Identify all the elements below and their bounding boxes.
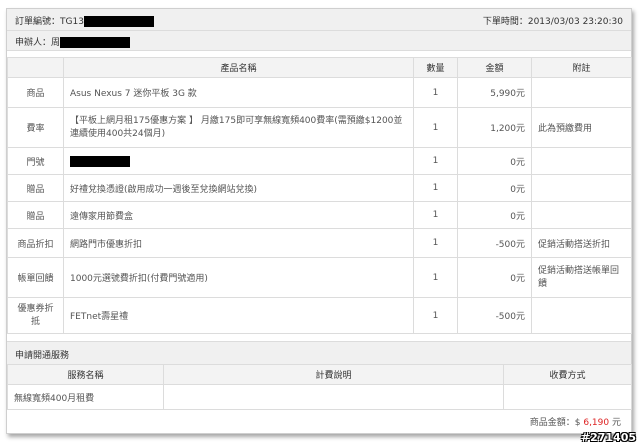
order-detail-panel: 訂單編號：TG13 下單時間：2013/03/03 23:20:30 申辦人：周… [6,8,632,434]
product-total: 商品金額：$ 6,190 元 [529,418,621,428]
order-number-label: 訂單編號：TG13 [15,17,84,27]
table-row: 贈品 遠傳家用節費盒 1 0元 [7,201,632,229]
service-table: 服務名稱 計費說明 收費方式 無線寬頻400月租費 [7,364,632,410]
product-table-header: 產品名稱 數量 金額 附註 [7,57,632,78]
redacted-order-number [83,16,154,27]
col-note: 附註 [531,57,632,78]
table-row: 贈品 好禮兌換憑證(啟用成功一週後至兌換網站兌換) 1 0元 [7,174,632,202]
table-row: 費率 【平板上網月租175優惠方案 】 月繳175即可享無線寬頻400費率(需預… [7,107,632,148]
table-row: 無線寬頻400月租費 [7,384,632,410]
table-row: 門號 1 0元 [7,147,632,175]
order-header-bar: 訂單編號：TG13 下單時間：2013/03/03 23:20:30 [7,9,631,31]
col-amount: 金額 [457,57,532,78]
service-section-title: 申請開通服務 [7,341,631,365]
applicant-label: 申辦人：周 [15,38,61,48]
service-table-header: 服務名稱 計費說明 收費方式 [7,364,632,385]
product-table: 產品名稱 數量 金額 附註 商品 Asus Nexus 7 迷你平板 3G 款 … [7,57,632,334]
redacted-applicant-name [60,37,131,48]
table-row: 商品 Asus Nexus 7 迷你平板 3G 款 1 5,990元 [7,77,632,108]
col-qty: 數量 [413,57,458,78]
table-row: 商品折扣 網路門市優惠折扣 1 -500元 促銷活動搭送折扣 [7,228,632,258]
col-payment-method: 收費方式 [503,364,632,385]
col-billing: 計費說明 [163,364,504,385]
redacted-phone-number [70,155,130,167]
col-product-name: 產品名稱 [63,57,414,78]
total-amount: 6,190 [583,418,610,428]
applicant-bar: 申辦人：周 [7,31,631,51]
watermark: #271405 [580,431,636,444]
table-row: 優惠券折抵 FETnet壽星禮 1 -500元 [7,297,632,334]
table-row: 帳單回饋 1000元選號費折扣(付費門號適用) 1 0元 促銷活動搭送帳單回饋 [7,257,632,298]
col-service-name: 服務名稱 [7,364,164,385]
order-time: 下單時間：2013/03/03 23:20:30 [482,17,623,27]
